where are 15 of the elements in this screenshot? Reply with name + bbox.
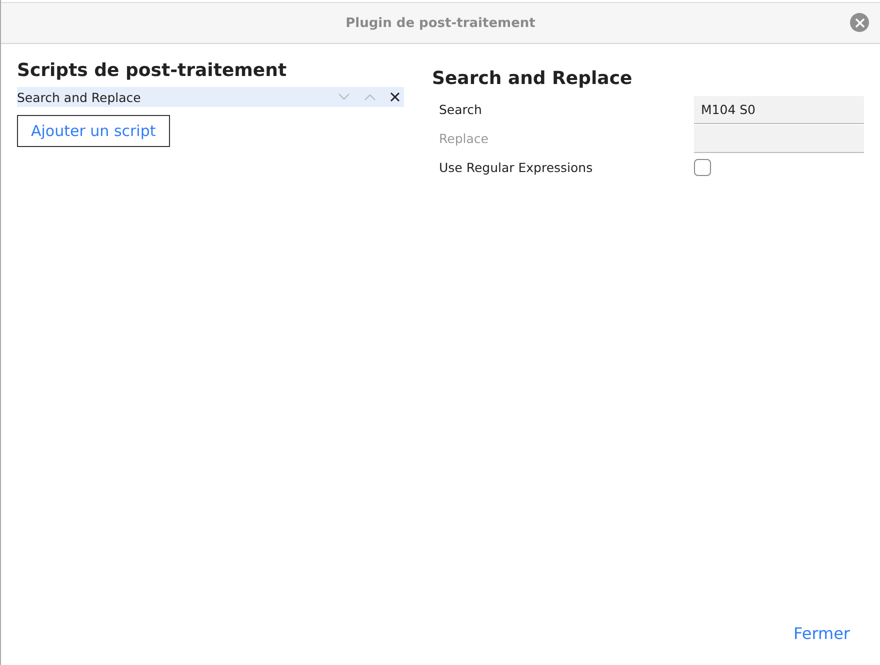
text-field[interactable]: M104 S0: [694, 96, 864, 124]
panel-heading: Search and Replace: [432, 68, 634, 89]
close-icon[interactable]: [390, 92, 400, 102]
close-button[interactable]: Fermer: [794, 622, 850, 645]
chevron-down-icon[interactable]: [338, 93, 350, 101]
panel-heading: Scripts de post-traitement: [17, 60, 288, 81]
add-script-button[interactable]: Ajouter un script: [17, 115, 170, 147]
setting-label: Use Regular Expressions: [438, 160, 594, 175]
checkbox[interactable]: [694, 159, 711, 176]
script-name: Search and Replace: [17, 90, 142, 104]
setting-label: Replace: [438, 131, 490, 146]
window-title: Plugin de post-traitement: [346, 16, 536, 30]
script-list-item[interactable]: Search and Replace: [17, 87, 404, 107]
setting-label: Search: [438, 102, 483, 117]
chevron-up-icon[interactable]: [364, 93, 376, 101]
